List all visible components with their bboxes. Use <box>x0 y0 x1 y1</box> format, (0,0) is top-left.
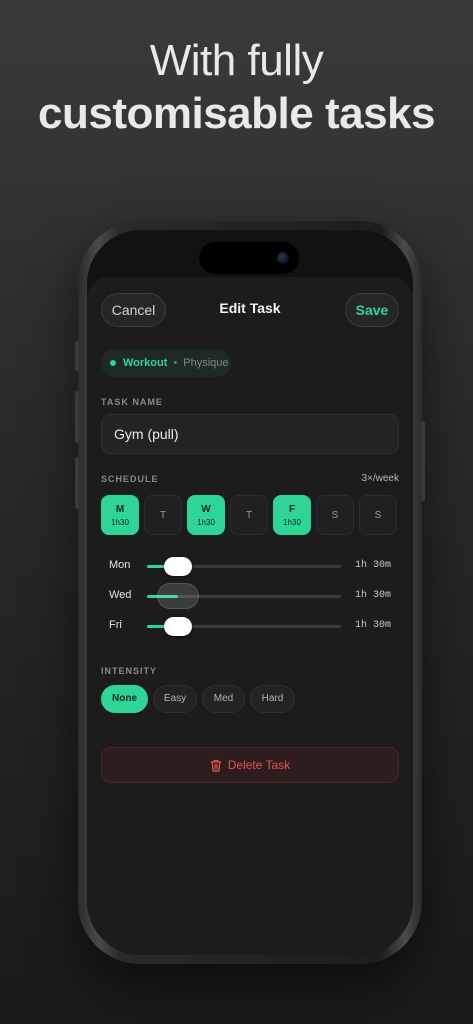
intensity-option-none[interactable]: None <box>101 685 148 713</box>
day-toggle-thu[interactable]: T <box>230 495 268 535</box>
day-toggle-mon[interactable]: M 1h30 <box>101 495 139 535</box>
save-button[interactable]: Save <box>345 293 399 327</box>
day-toggle-fri[interactable]: F 1h30 <box>273 495 311 535</box>
intensity-option-easy[interactable]: Easy <box>153 685 197 713</box>
duration-day-label: Mon <box>109 559 131 571</box>
headline-line-2: customisable tasks <box>38 89 435 138</box>
category-secondary: Physique <box>183 357 229 369</box>
day-time: 1h30 <box>283 518 301 527</box>
action-button <box>75 341 79 371</box>
day-letter: M <box>115 504 125 515</box>
edit-task-sheet: Cancel Edit Task Save Workout • Physique T… <box>87 277 413 955</box>
camera-icon <box>277 252 289 264</box>
duration-slider-handle[interactable] <box>157 583 199 609</box>
day-toggle-wed[interactable]: W 1h30 <box>187 495 225 535</box>
intensity-label: INTENSITY <box>101 666 158 676</box>
duration-day-label: Wed <box>109 589 132 601</box>
day-letter: T <box>159 510 167 521</box>
trash-icon <box>210 759 222 772</box>
intensity-option-hard[interactable]: Hard <box>250 685 295 713</box>
duration-day-label: Fri <box>109 619 122 631</box>
intensity-option-med[interactable]: Med <box>202 685 245 713</box>
duration-value: 1h 30m <box>354 620 391 631</box>
headline: With fully customisable tasks <box>0 34 473 140</box>
duration-row-fri: Fri 1h 30m <box>101 616 399 636</box>
phone-frame: Cancel Edit Task Save Workout • Physique T… <box>75 221 425 964</box>
day-letter: W <box>201 504 211 515</box>
delete-task-label: Delete Task <box>227 758 291 772</box>
day-toggle-sat[interactable]: S <box>316 495 354 535</box>
day-letter: S <box>331 510 339 521</box>
frequency-badge: 3×/week <box>361 473 399 484</box>
day-toggle-tue[interactable]: T <box>144 495 182 535</box>
day-selector: M 1h30 T W 1h30 T F 1h30 S S <box>101 495 397 535</box>
category-chip[interactable]: Workout • Physique <box>101 349 231 377</box>
dynamic-island <box>199 242 299 274</box>
duration-row-mon: Mon 1h 30m <box>101 556 399 576</box>
day-toggle-sun[interactable]: S <box>359 495 397 535</box>
day-letter: S <box>374 510 382 521</box>
task-name-label: TASK NAME <box>101 397 163 407</box>
volume-up-button <box>75 391 79 443</box>
delete-task-button[interactable]: Delete Task <box>101 747 399 783</box>
category-primary: Workout <box>123 357 168 369</box>
headline-line-1: With fully <box>149 36 324 85</box>
day-time: 1h30 <box>197 518 215 527</box>
power-button <box>421 421 425 501</box>
duration-value: 1h 30m <box>354 560 391 571</box>
duration-row-wed: Wed 1h 30m <box>101 583 399 609</box>
category-separator: • <box>173 357 178 369</box>
volume-down-button <box>75 457 79 509</box>
status-dot-icon <box>110 360 116 366</box>
task-name-input[interactable]: Gym (pull) <box>101 414 399 454</box>
duration-slider-handle[interactable] <box>164 617 192 636</box>
schedule-label: SCHEDULE <box>101 474 159 484</box>
day-letter: T <box>245 510 253 521</box>
day-time: 1h30 <box>111 518 129 527</box>
day-letter: F <box>288 504 296 515</box>
phone-screen: Cancel Edit Task Save Workout • Physique T… <box>87 230 413 955</box>
duration-slider-handle[interactable] <box>164 557 192 576</box>
duration-value: 1h 30m <box>354 590 391 601</box>
